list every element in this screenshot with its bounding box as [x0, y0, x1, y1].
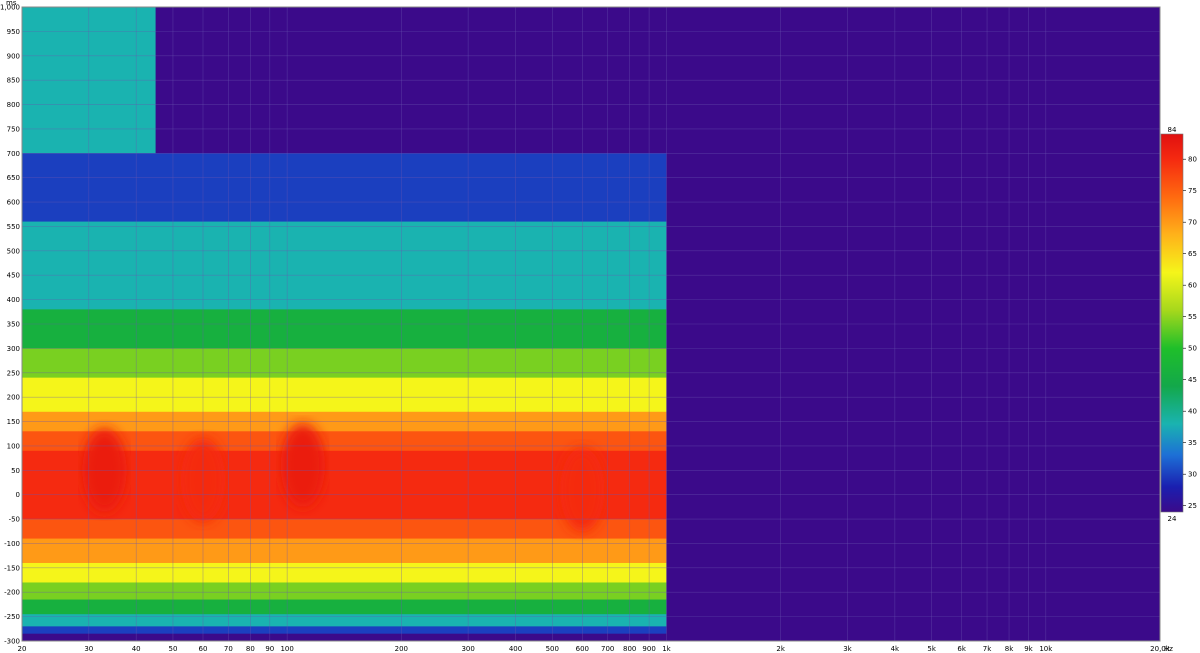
colorbar-tick-label: 55	[1188, 313, 1197, 321]
y-tick-label: 100	[7, 442, 20, 450]
x-tick-label: 700	[601, 645, 614, 653]
y-tick-label: 800	[7, 101, 20, 109]
colorbar-tick-label: 80	[1188, 156, 1197, 164]
x-tick-label: 10k	[1039, 645, 1053, 653]
y-tick-label: 850	[7, 77, 20, 85]
x-tick-label: 60	[199, 645, 208, 653]
x-tick-label: 900	[642, 645, 655, 653]
y-tick-label: 300	[7, 345, 20, 353]
spectrogram-svg: 20 30 40 50 60 70 80 90 100 200 300 400 500 600 700 800…	[0, 0, 1197, 653]
x-tick-label: 200	[395, 645, 408, 653]
y-unit-label: ms	[6, 0, 17, 7]
colorbar-tick-label: 50	[1188, 345, 1197, 353]
y-tick-label: -200	[4, 589, 20, 597]
y-tick-label: 750	[7, 125, 20, 133]
y-tick-label: 400	[7, 296, 20, 304]
x-tick-label: 40	[132, 645, 141, 653]
colorbar-tick-label: 30	[1188, 471, 1197, 479]
y-tick-label: -250	[4, 613, 20, 621]
spectrogram-chart: 20 30 40 50 60 70 80 90 100 200 300 400 500 600 700 800…	[0, 0, 1200, 653]
x-unit-label: Hz	[1164, 645, 1173, 653]
x-tick-label: 300	[461, 645, 474, 653]
y-axis-ticks: 1,00095090085080075070065060055050045040…	[0, 4, 20, 646]
colorbar-max-label: 84	[1168, 126, 1177, 134]
x-tick-label: 1k	[662, 645, 671, 653]
x-tick-label: 400	[509, 645, 522, 653]
y-tick-label: 0	[16, 491, 20, 499]
x-tick-label: 70	[224, 645, 233, 653]
colorbar-tick-label: 35	[1188, 439, 1197, 447]
y-tick-label: 350	[7, 321, 20, 329]
colorbar-tick-label: 60	[1188, 282, 1197, 290]
x-tick-label: 800	[623, 645, 636, 653]
x-axis-ticks: 20 30 40 50 60 70 80 90 100 200 300 400 500 600 700 800…	[18, 645, 1171, 653]
x-tick-label: 600	[576, 645, 589, 653]
y-tick-label: 650	[7, 174, 20, 182]
x-tick-label: 500	[546, 645, 559, 653]
x-tick-label: 90	[265, 645, 274, 653]
x-tick-label: 50	[168, 645, 177, 653]
y-tick-label: -300	[4, 638, 20, 646]
y-tick-label: 500	[7, 247, 20, 255]
colorbar-tick-label: 65	[1188, 250, 1197, 258]
x-tick-label: 8k	[1005, 645, 1014, 653]
y-tick-label: 250	[7, 369, 20, 377]
y-tick-label: 950	[7, 28, 20, 36]
x-tick-label: 6k	[957, 645, 966, 653]
y-tick-label: 50	[11, 467, 20, 475]
x-tick-label: 5k	[927, 645, 936, 653]
y-tick-label: 450	[7, 272, 20, 280]
colorbar: 84 24 80 75 70 65 60 55 50 45 40 35 30 25	[1160, 126, 1197, 523]
y-tick-label: -50	[9, 516, 20, 524]
colorbar-tick-label: 45	[1188, 376, 1197, 384]
colorbar-tick-label: 40	[1188, 408, 1197, 416]
x-tick-label: 20	[18, 645, 27, 653]
x-tick-label: 9k	[1024, 645, 1033, 653]
x-tick-label: 30	[84, 645, 93, 653]
y-tick-label: -100	[4, 540, 20, 548]
y-tick-label: 900	[7, 52, 20, 60]
x-tick-label: 4k	[891, 645, 900, 653]
y-tick-label: 600	[7, 199, 20, 207]
colorbar-tick-label: 70	[1188, 219, 1197, 227]
x-tick-label: 2k	[776, 645, 785, 653]
colorbar-tick-label: 75	[1188, 187, 1197, 195]
y-tick-label: 550	[7, 223, 20, 231]
y-tick-label: 150	[7, 418, 20, 426]
x-tick-label: 80	[246, 645, 255, 653]
colorbar-min-label: 24	[1168, 515, 1177, 523]
x-tick-label: 3k	[843, 645, 852, 653]
x-tick-label: 100	[280, 645, 293, 653]
y-tick-label: -150	[4, 564, 20, 572]
y-tick-label: 700	[7, 150, 20, 158]
x-tick-label: 7k	[983, 645, 992, 653]
colorbar-tick-label: 25	[1188, 502, 1197, 510]
colorbar-scale	[1160, 133, 1184, 513]
y-tick-label: 200	[7, 394, 20, 402]
